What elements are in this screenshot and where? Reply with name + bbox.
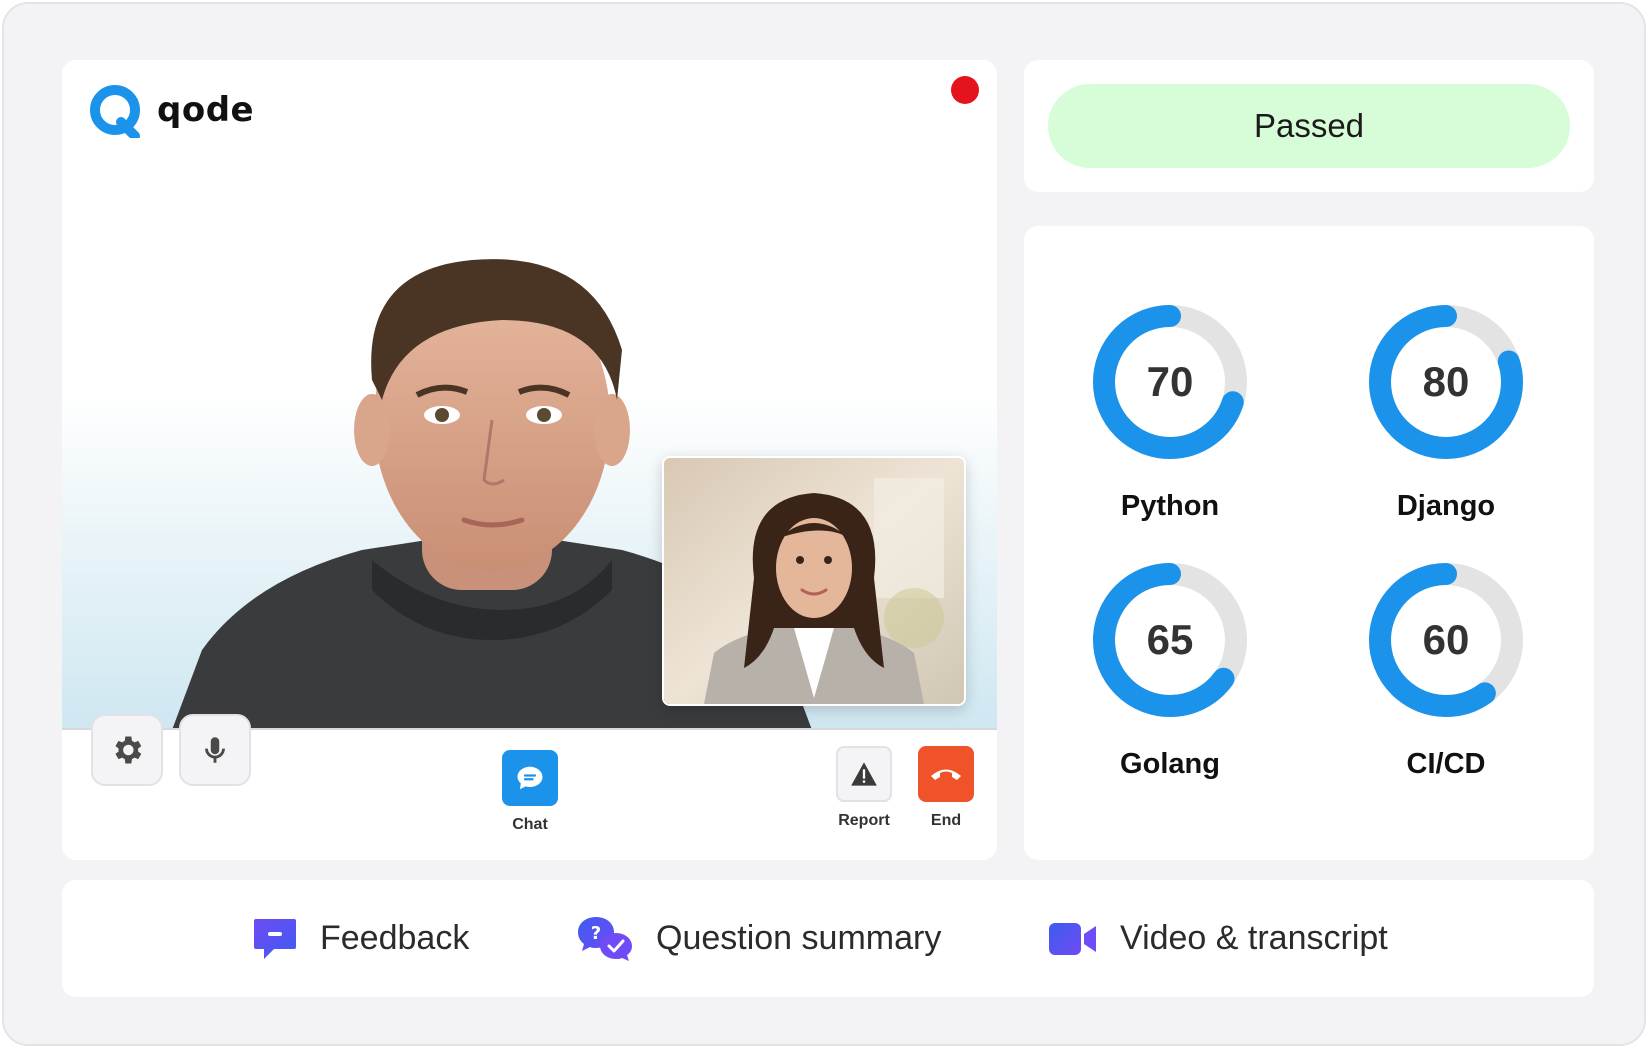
- video-call-panel: qode Chat Report End: [62, 60, 997, 860]
- score-value: 60: [1422, 616, 1470, 663]
- score-value: 65: [1146, 616, 1194, 663]
- settings-button[interactable]: [91, 714, 163, 786]
- skill-score-cicd: 60 CI/CD: [1336, 558, 1556, 781]
- feedback-icon: [254, 918, 296, 959]
- interviewer-video: [664, 458, 964, 704]
- result-status-badge: Passed: [1048, 84, 1570, 168]
- nav-video-transcript[interactable]: Video & transcript: [1048, 880, 1388, 997]
- skill-name: CI/CD: [1406, 748, 1486, 780]
- end-label: End: [930, 812, 962, 829]
- microphone-button[interactable]: [179, 714, 251, 786]
- report-nav-bar: Feedback ? Question summary Video & tran…: [62, 880, 1594, 997]
- nav-label: Question summary: [656, 919, 942, 957]
- qode-logo-icon: [90, 85, 140, 138]
- gear-icon: [115, 736, 142, 764]
- score-gauge: 80: [1364, 300, 1528, 464]
- warning-icon: [851, 762, 877, 786]
- skill-name: Django: [1396, 490, 1496, 522]
- skill-name: Python: [1120, 490, 1220, 522]
- score-gauge: 60: [1364, 558, 1528, 722]
- nav-label: Video & transcript: [1120, 919, 1388, 957]
- svg-text:?: ?: [591, 923, 601, 944]
- result-panel: Passed: [1024, 60, 1594, 192]
- skill-score-python: 70 Python: [1060, 300, 1280, 523]
- main-video-feed: qode: [62, 60, 997, 728]
- app-frame: qode Chat Report End Passed 70 Python 80…: [2, 2, 1646, 1046]
- chat-bubble-icon: [517, 766, 543, 790]
- recording-dot-icon: [951, 76, 979, 104]
- hang-up-icon: [931, 769, 961, 780]
- nav-feedback[interactable]: Feedback: [252, 880, 469, 997]
- skill-score-golang: 65 Golang: [1060, 558, 1280, 781]
- score-gauge: 65: [1088, 558, 1252, 722]
- score-value: 80: [1422, 358, 1470, 405]
- score-value: 70: [1146, 358, 1194, 405]
- nav-question-summary[interactable]: ? Question summary: [576, 880, 941, 997]
- skill-name: Golang: [1120, 748, 1220, 780]
- nav-label: Feedback: [320, 919, 470, 957]
- score-gauge: 70: [1088, 300, 1252, 464]
- brand-logo: qode: [87, 82, 254, 138]
- microphone-icon: [205, 737, 225, 763]
- skill-scores-panel: 70 Python 80 Django 65 Golang 60 CI/CD: [1024, 226, 1594, 860]
- chat-label: Chat: [512, 816, 548, 833]
- question-summary-icon: ?: [578, 916, 632, 961]
- chat-button[interactable]: [502, 750, 558, 806]
- self-view-video[interactable]: [662, 456, 966, 706]
- report-button[interactable]: [836, 746, 892, 802]
- video-camera-icon: [1049, 922, 1096, 955]
- brand-name: qode: [157, 90, 255, 130]
- end-call-button[interactable]: [918, 746, 974, 802]
- skill-score-django: 80 Django: [1336, 300, 1556, 523]
